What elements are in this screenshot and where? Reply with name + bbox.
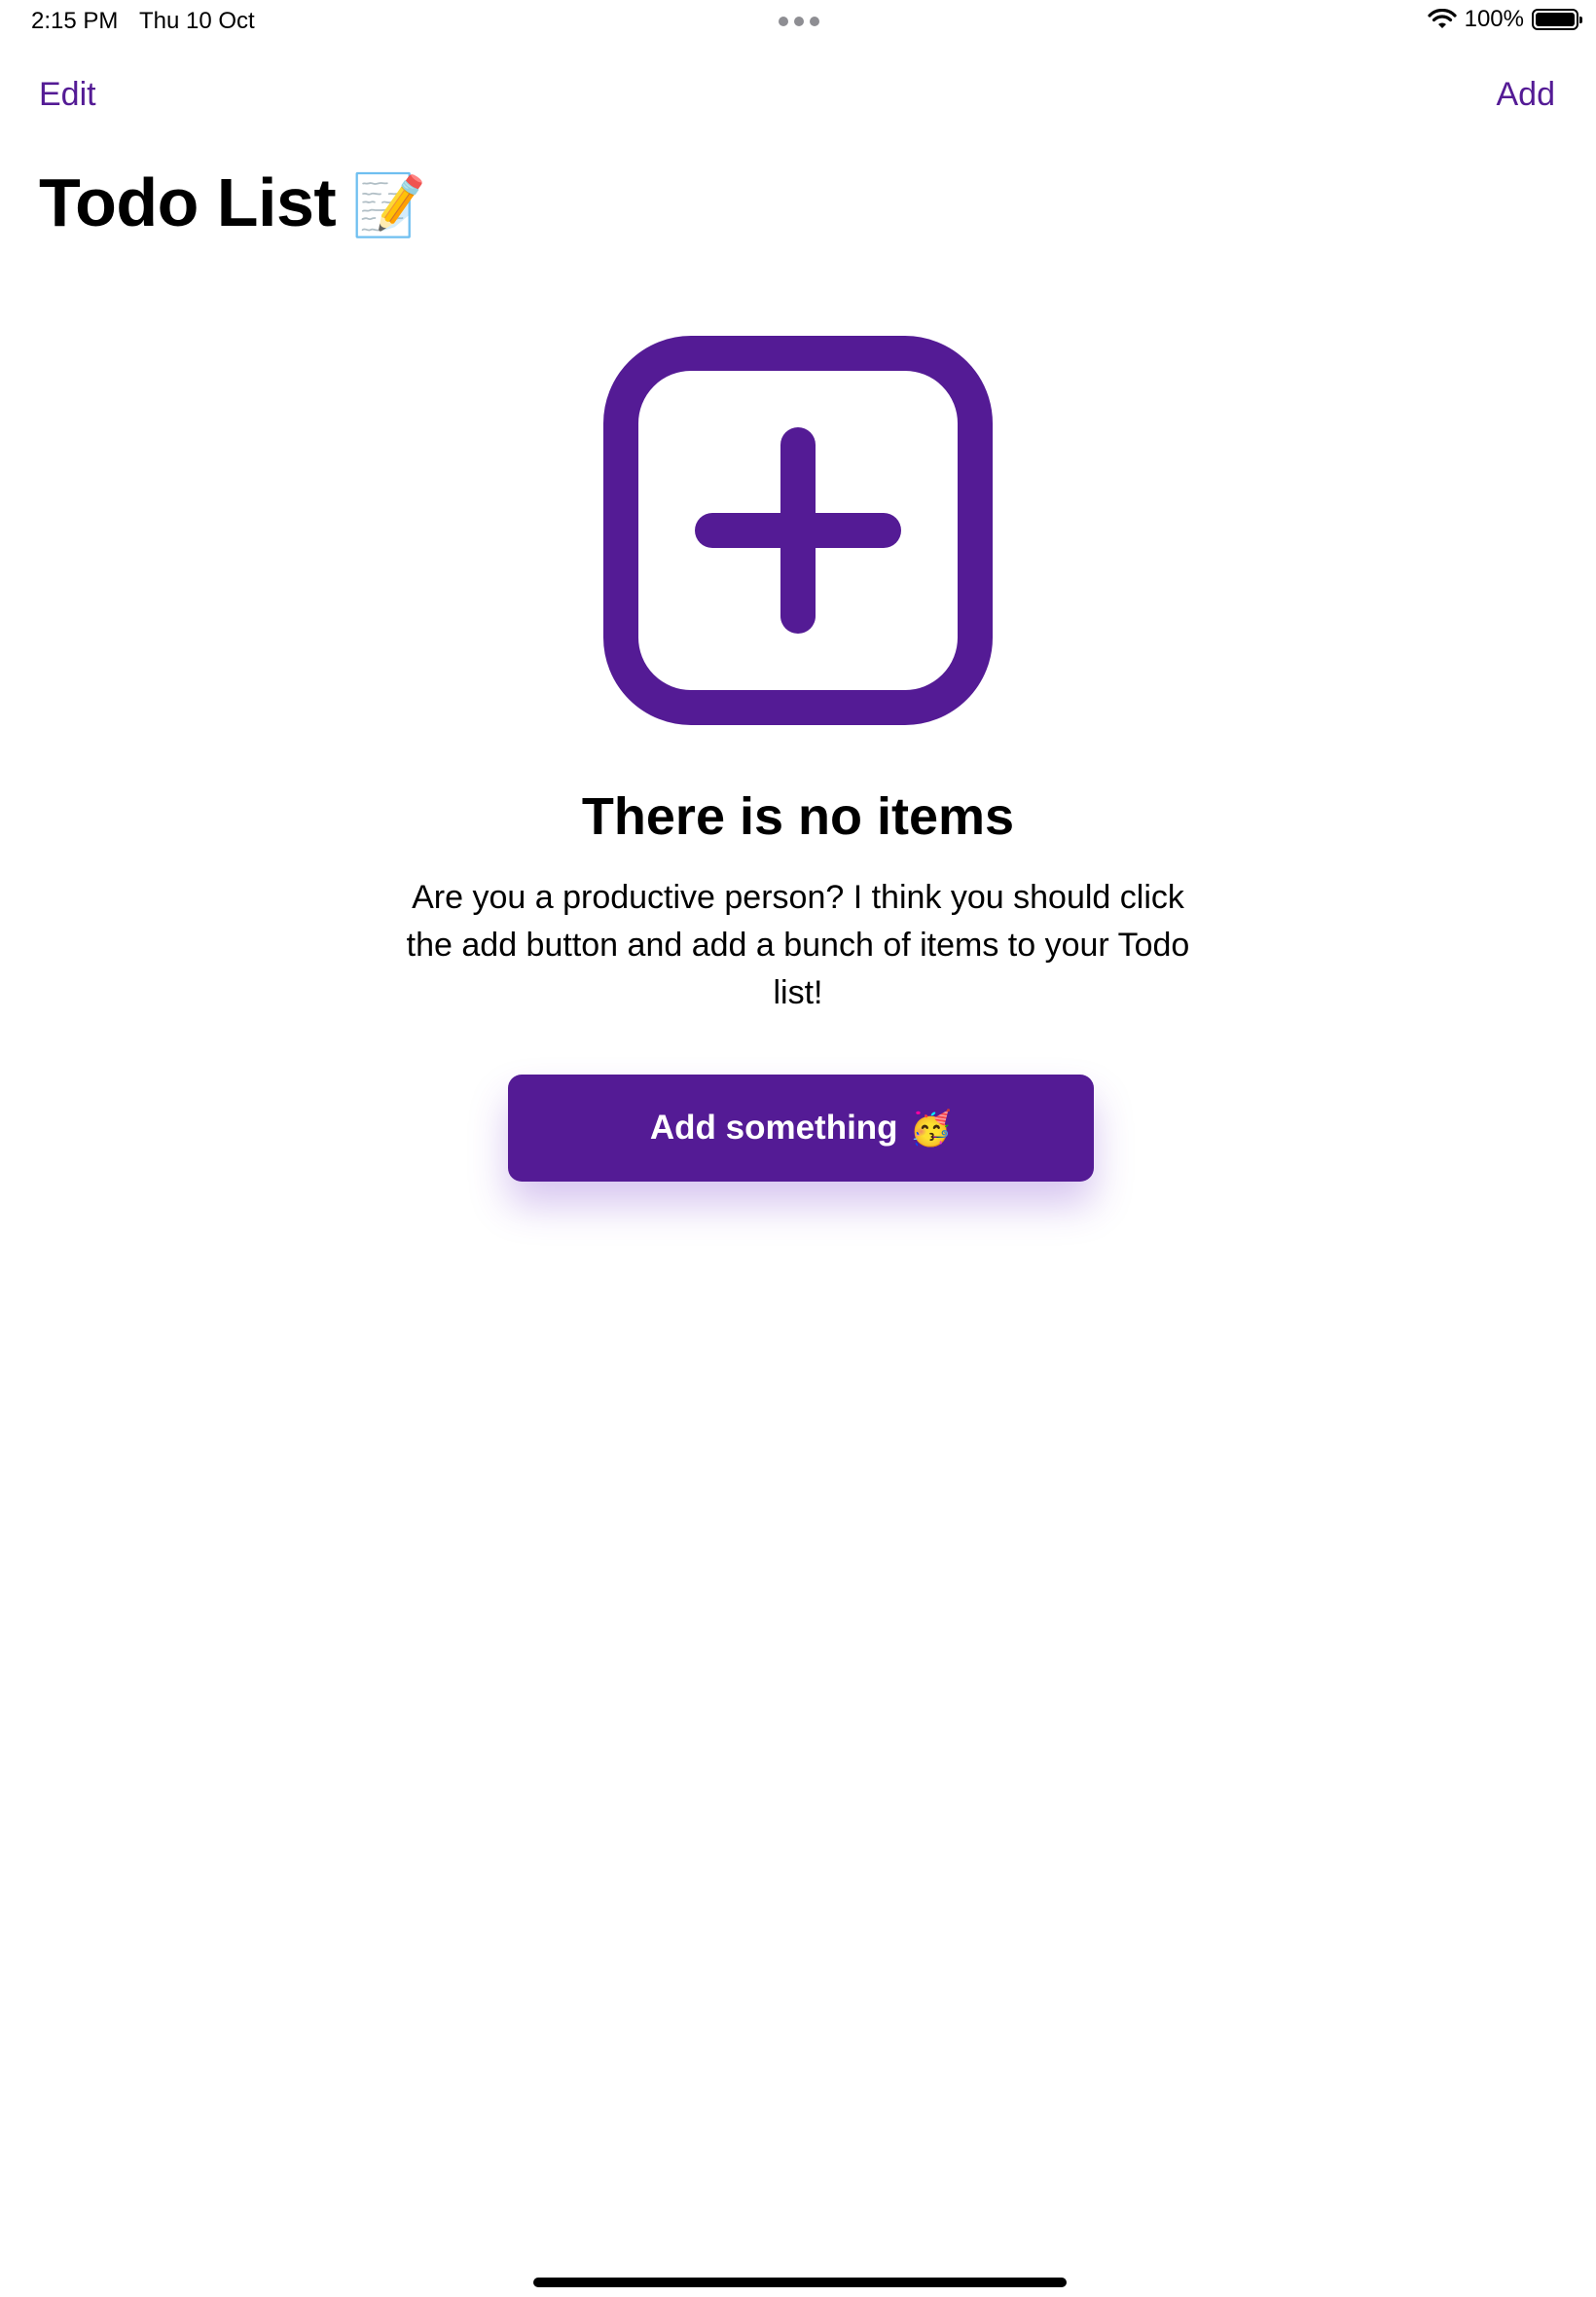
status-time: 2:15 PM: [31, 8, 119, 34]
add-something-button[interactable]: Add something 🥳: [508, 1075, 1094, 1182]
empty-state-heading: There is no items: [581, 787, 1015, 846]
add-something-label: Add something: [649, 1109, 898, 1147]
empty-state-message: Are you a productive person? I think you…: [406, 879, 1190, 1011]
battery-percentage: 100%: [1464, 6, 1524, 32]
memo-icon: 📝: [351, 169, 426, 240]
wifi-icon: [1428, 9, 1457, 30]
party-face-icon: 🥳: [909, 1109, 953, 1148]
edit-button[interactable]: Edit: [39, 76, 96, 114]
status-indicators: 100%: [1428, 6, 1582, 33]
status-date: Thu 10 Oct: [139, 8, 255, 34]
status-bar: 2:15 PM Thu 10 Oct 100%: [0, 0, 1596, 47]
page-title: Todo List 📝: [39, 164, 426, 241]
plus-square-icon: [603, 336, 993, 725]
battery-icon: [1532, 9, 1582, 30]
page-title-text: Todo List: [39, 164, 337, 240]
home-indicator[interactable]: [533, 2278, 1067, 2287]
add-button[interactable]: Add: [1497, 76, 1556, 114]
multitask-dots-icon[interactable]: [779, 17, 819, 26]
